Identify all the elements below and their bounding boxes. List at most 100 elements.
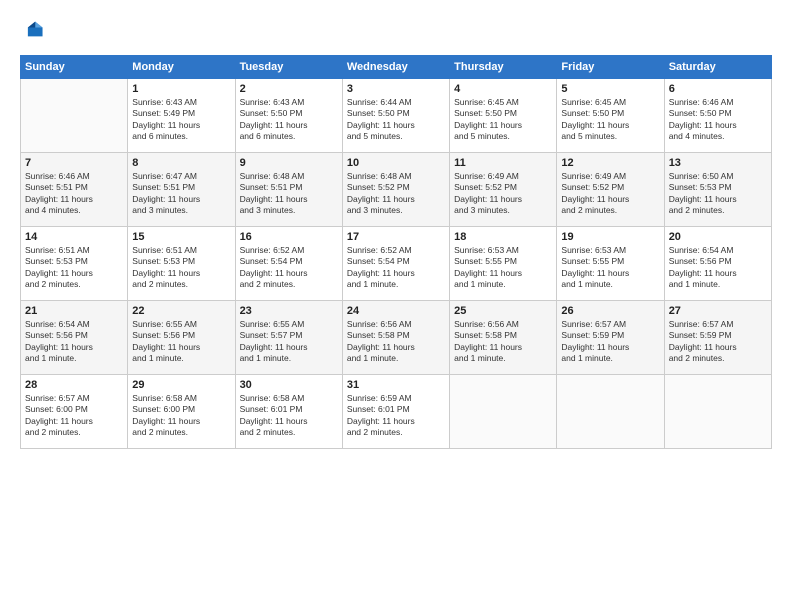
day-detail: Sunrise: 6:57 AM Sunset: 6:00 PM Dayligh… <box>25 393 123 439</box>
day-number: 20 <box>669 231 767 243</box>
calendar-cell: 30 Sunrise: 6:58 AM Sunset: 6:01 PM Dayli… <box>235 375 342 449</box>
day-number: 27 <box>669 305 767 317</box>
page: SundayMondayTuesdayWednesdayThursdayFrid… <box>0 0 792 612</box>
day-number: 7 <box>25 157 123 169</box>
calendar-cell: 24 Sunrise: 6:56 AM Sunset: 5:58 PM Dayli… <box>342 301 449 375</box>
day-number: 6 <box>669 83 767 95</box>
day-number: 23 <box>240 305 338 317</box>
day-detail: Sunrise: 6:48 AM Sunset: 5:52 PM Dayligh… <box>347 171 445 217</box>
calendar-cell: 23 Sunrise: 6:55 AM Sunset: 5:57 PM Dayli… <box>235 301 342 375</box>
day-number: 2 <box>240 83 338 95</box>
calendar-cell: 14 Sunrise: 6:51 AM Sunset: 5:53 PM Dayli… <box>21 227 128 301</box>
weekday-monday: Monday <box>128 56 235 79</box>
calendar-week-row: 21Sunrise: 6:54 AM Sunset: 5:56 PM Dayli… <box>21 301 772 375</box>
day-detail: Sunrise: 6:53 AM Sunset: 5:55 PM Dayligh… <box>561 245 659 291</box>
calendar-cell: 18 Sunrise: 6:53 AM Sunset: 5:55 PM Dayli… <box>450 227 557 301</box>
day-number: 4 <box>454 83 552 95</box>
calendar-cell: 20 Sunrise: 6:54 AM Sunset: 5:56 PM Dayli… <box>664 227 771 301</box>
calendar-cell: 28 Sunrise: 6:57 AM Sunset: 6:00 PM Dayli… <box>21 375 128 449</box>
day-number: 30 <box>240 379 338 391</box>
calendar-cell: 6 Sunrise: 6:46 AM Sunset: 5:50 PM Daylig… <box>664 79 771 153</box>
day-detail: Sunrise: 6:52 AM Sunset: 5:54 PM Dayligh… <box>240 245 338 291</box>
day-detail: Sunrise: 6:54 AM Sunset: 5:56 PM Dayligh… <box>669 245 767 291</box>
day-number: 22 <box>132 305 230 317</box>
day-number: 9 <box>240 157 338 169</box>
day-detail: Sunrise: 6:46 AM Sunset: 5:51 PM Dayligh… <box>25 171 123 217</box>
day-detail: Sunrise: 6:47 AM Sunset: 5:51 PM Dayligh… <box>132 171 230 217</box>
day-detail: Sunrise: 6:44 AM Sunset: 5:50 PM Dayligh… <box>347 97 445 143</box>
day-detail: Sunrise: 6:51 AM Sunset: 5:53 PM Dayligh… <box>25 245 123 291</box>
day-detail: Sunrise: 6:45 AM Sunset: 5:50 PM Dayligh… <box>561 97 659 143</box>
calendar-cell: 5Sunrise: 6:45 AM Sunset: 5:50 PM Daylig… <box>557 79 664 153</box>
calendar-cell: 9Sunrise: 6:48 AM Sunset: 5:51 PM Daylig… <box>235 153 342 227</box>
calendar-cell: 1 Sunrise: 6:43 AM Sunset: 5:49 PM Daylig… <box>128 79 235 153</box>
calendar-body: 1 Sunrise: 6:43 AM Sunset: 5:49 PM Daylig… <box>21 79 772 449</box>
calendar-cell: 8 Sunrise: 6:47 AM Sunset: 5:51 PM Daylig… <box>128 153 235 227</box>
weekday-friday: Friday <box>557 56 664 79</box>
day-number: 19 <box>561 231 659 243</box>
calendar-cell: 19 Sunrise: 6:53 AM Sunset: 5:55 PM Dayli… <box>557 227 664 301</box>
calendar-cell: 26 Sunrise: 6:57 AM Sunset: 5:59 PM Dayli… <box>557 301 664 375</box>
day-number: 28 <box>25 379 123 391</box>
logo <box>20 18 46 45</box>
day-detail: Sunrise: 6:58 AM Sunset: 6:01 PM Dayligh… <box>240 393 338 439</box>
day-number: 18 <box>454 231 552 243</box>
calendar-cell: 16 Sunrise: 6:52 AM Sunset: 5:54 PM Dayli… <box>235 227 342 301</box>
weekday-thursday: Thursday <box>450 56 557 79</box>
day-detail: Sunrise: 6:54 AM Sunset: 5:56 PM Dayligh… <box>25 319 123 365</box>
day-number: 16 <box>240 231 338 243</box>
calendar-cell: 22Sunrise: 6:55 AM Sunset: 5:56 PM Dayli… <box>128 301 235 375</box>
calendar-cell: 25Sunrise: 6:56 AM Sunset: 5:58 PM Dayli… <box>450 301 557 375</box>
calendar-table: SundayMondayTuesdayWednesdayThursdayFrid… <box>20 55 772 449</box>
day-detail: Sunrise: 6:49 AM Sunset: 5:52 PM Dayligh… <box>561 171 659 217</box>
calendar-cell <box>21 79 128 153</box>
weekday-header-row: SundayMondayTuesdayWednesdayThursdayFrid… <box>21 56 772 79</box>
calendar-header: SundayMondayTuesdayWednesdayThursdayFrid… <box>21 56 772 79</box>
calendar-cell: 4Sunrise: 6:45 AM Sunset: 5:50 PM Daylig… <box>450 79 557 153</box>
day-number: 26 <box>561 305 659 317</box>
day-detail: Sunrise: 6:46 AM Sunset: 5:50 PM Dayligh… <box>669 97 767 143</box>
day-detail: Sunrise: 6:56 AM Sunset: 5:58 PM Dayligh… <box>347 319 445 365</box>
day-detail: Sunrise: 6:52 AM Sunset: 5:54 PM Dayligh… <box>347 245 445 291</box>
day-detail: Sunrise: 6:57 AM Sunset: 5:59 PM Dayligh… <box>561 319 659 365</box>
weekday-tuesday: Tuesday <box>235 56 342 79</box>
day-detail: Sunrise: 6:56 AM Sunset: 5:58 PM Dayligh… <box>454 319 552 365</box>
calendar-cell <box>450 375 557 449</box>
day-number: 24 <box>347 305 445 317</box>
calendar-cell: 27 Sunrise: 6:57 AM Sunset: 5:59 PM Dayli… <box>664 301 771 375</box>
day-number: 13 <box>669 157 767 169</box>
calendar-cell: 2Sunrise: 6:43 AM Sunset: 5:50 PM Daylig… <box>235 79 342 153</box>
day-number: 8 <box>132 157 230 169</box>
calendar-week-row: 14 Sunrise: 6:51 AM Sunset: 5:53 PM Dayli… <box>21 227 772 301</box>
day-number: 14 <box>25 231 123 243</box>
day-detail: Sunrise: 6:55 AM Sunset: 5:57 PM Dayligh… <box>240 319 338 365</box>
day-number: 11 <box>454 157 552 169</box>
calendar-cell: 7 Sunrise: 6:46 AM Sunset: 5:51 PM Daylig… <box>21 153 128 227</box>
calendar-cell: 12Sunrise: 6:49 AM Sunset: 5:52 PM Dayli… <box>557 153 664 227</box>
calendar-cell <box>557 375 664 449</box>
calendar-cell: 10 Sunrise: 6:48 AM Sunset: 5:52 PM Dayli… <box>342 153 449 227</box>
calendar-week-row: 7 Sunrise: 6:46 AM Sunset: 5:51 PM Daylig… <box>21 153 772 227</box>
day-detail: Sunrise: 6:57 AM Sunset: 5:59 PM Dayligh… <box>669 319 767 365</box>
day-detail: Sunrise: 6:51 AM Sunset: 5:53 PM Dayligh… <box>132 245 230 291</box>
calendar-cell: 21Sunrise: 6:54 AM Sunset: 5:56 PM Dayli… <box>21 301 128 375</box>
day-detail: Sunrise: 6:50 AM Sunset: 5:53 PM Dayligh… <box>669 171 767 217</box>
day-detail: Sunrise: 6:53 AM Sunset: 5:55 PM Dayligh… <box>454 245 552 291</box>
logo-icon <box>22 18 44 40</box>
day-detail: Sunrise: 6:58 AM Sunset: 6:00 PM Dayligh… <box>132 393 230 439</box>
calendar-cell: 13 Sunrise: 6:50 AM Sunset: 5:53 PM Dayli… <box>664 153 771 227</box>
day-number: 1 <box>132 83 230 95</box>
calendar-cell: 17 Sunrise: 6:52 AM Sunset: 5:54 PM Dayli… <box>342 227 449 301</box>
weekday-sunday: Sunday <box>21 56 128 79</box>
calendar-week-row: 1 Sunrise: 6:43 AM Sunset: 5:49 PM Daylig… <box>21 79 772 153</box>
day-detail: Sunrise: 6:43 AM Sunset: 5:49 PM Dayligh… <box>132 97 230 143</box>
day-detail: Sunrise: 6:59 AM Sunset: 6:01 PM Dayligh… <box>347 393 445 439</box>
day-detail: Sunrise: 6:49 AM Sunset: 5:52 PM Dayligh… <box>454 171 552 217</box>
weekday-wednesday: Wednesday <box>342 56 449 79</box>
calendar-cell: 15Sunrise: 6:51 AM Sunset: 5:53 PM Dayli… <box>128 227 235 301</box>
day-number: 17 <box>347 231 445 243</box>
header <box>20 18 772 45</box>
day-number: 10 <box>347 157 445 169</box>
calendar-cell <box>664 375 771 449</box>
calendar-cell: 31Sunrise: 6:59 AM Sunset: 6:01 PM Dayli… <box>342 375 449 449</box>
